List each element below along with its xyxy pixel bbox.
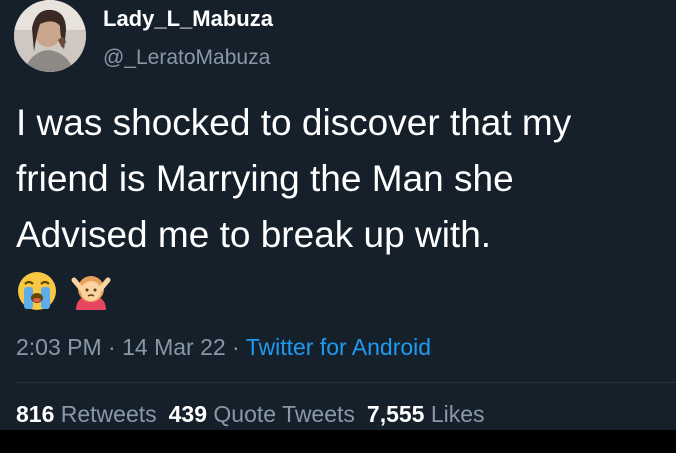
tweet-text-line: friend is Marrying the Man she bbox=[16, 158, 514, 199]
display-name[interactable]: Lady_L_Mabuza bbox=[103, 6, 273, 32]
quotes-count: 439 bbox=[168, 401, 208, 427]
likes-label: Likes bbox=[430, 401, 485, 427]
bottom-border bbox=[0, 430, 676, 453]
likes-stat[interactable]: 7,555 Likes bbox=[367, 401, 485, 427]
quote-tweets-stat[interactable]: 439 Quote Tweets bbox=[169, 401, 355, 427]
retweets-stat[interactable]: 816 Retweets bbox=[16, 401, 157, 427]
meta-separator: · bbox=[225, 334, 246, 360]
tweet-text: I was shocked to discover that my friend… bbox=[16, 95, 676, 263]
tweet-meta: 2:03 PM · 14 Mar 22 · Twitter for Androi… bbox=[16, 333, 431, 361]
avatar[interactable] bbox=[14, 0, 86, 72]
tweet-screenshot: Lady_L_Mabuza @_LeratoMabuza I was shock… bbox=[0, 0, 676, 453]
retweets-label: Retweets bbox=[60, 401, 157, 427]
person-gesturing-no-icon bbox=[71, 276, 111, 310]
tweet-text-line: I was shocked to discover that my bbox=[16, 102, 572, 143]
profile-photo-icon bbox=[14, 0, 86, 72]
loudly-crying-face-icon bbox=[18, 272, 56, 310]
tweet-source-link[interactable]: Twitter for Android bbox=[246, 334, 431, 360]
divider bbox=[16, 382, 676, 383]
tweet-text-line: Advised me to break up with. bbox=[16, 214, 492, 255]
username[interactable]: @_LeratoMabuza bbox=[103, 45, 270, 70]
quotes-label: Quote Tweets bbox=[213, 401, 355, 427]
meta-separator: · bbox=[101, 334, 123, 360]
tweet-time[interactable]: 2:03 PM bbox=[16, 334, 102, 360]
retweets-count: 816 bbox=[16, 401, 55, 427]
tweet-date[interactable]: 14 Mar 22 bbox=[122, 334, 226, 360]
likes-count: 7,555 bbox=[366, 401, 425, 427]
tweet-stats: 816 Retweets 439 Quote Tweets 7,555 Likes bbox=[16, 400, 485, 428]
